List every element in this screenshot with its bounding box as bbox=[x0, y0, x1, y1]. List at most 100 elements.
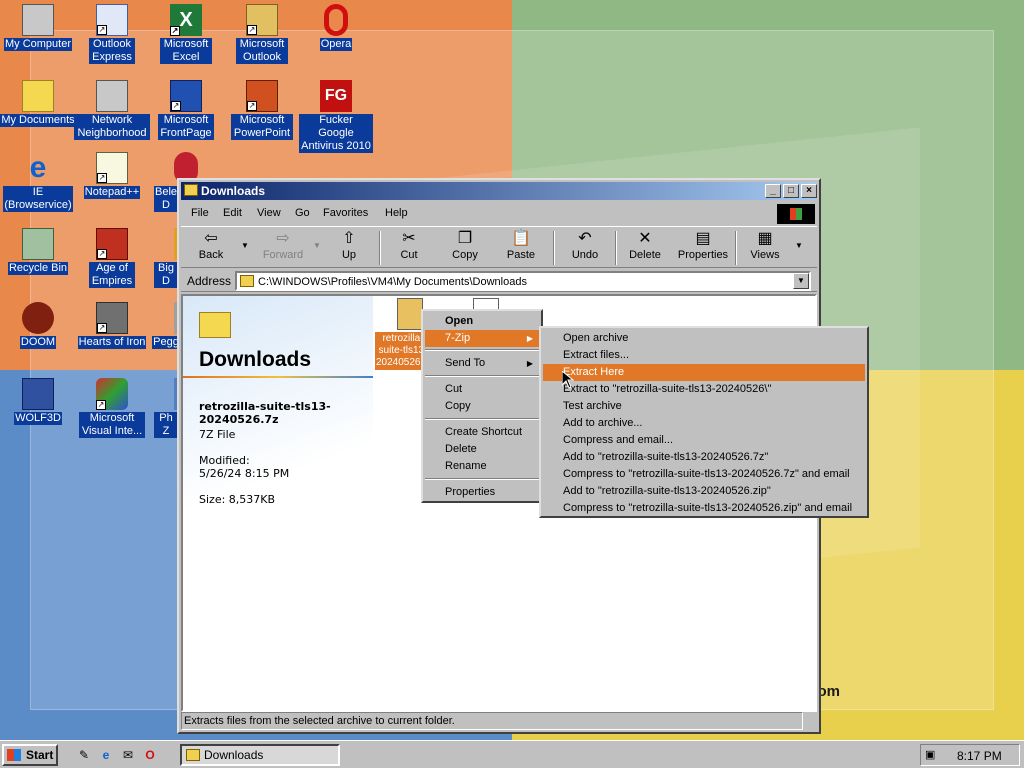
copy-button[interactable]: ❐ Copy bbox=[443, 229, 487, 267]
menu-help[interactable]: Help bbox=[385, 207, 408, 219]
taskbar-button-label: Downloads bbox=[204, 748, 264, 762]
desktop-icon-opera[interactable]: Opera bbox=[298, 4, 374, 51]
address-dropdown-icon[interactable]: ▼ bbox=[793, 273, 809, 289]
context-send-to[interactable]: Send To ▶ bbox=[425, 355, 539, 372]
views-button[interactable]: ▦ Views bbox=[743, 229, 787, 267]
submenu-test-archive[interactable]: Test archive bbox=[543, 398, 865, 415]
paste-button[interactable]: 📋 Paste bbox=[499, 229, 543, 267]
submenu-compress-and-email[interactable]: Compress and email... bbox=[543, 432, 865, 449]
desktop-icon-network-neighborhood[interactable]: Network Neighborhood bbox=[74, 80, 150, 140]
submenu-add-to-zip[interactable]: Add to "retrozilla-suite-tls13-20240526.… bbox=[543, 483, 865, 500]
desktop-icon-ie[interactable]: e IE (Browservice) bbox=[0, 152, 76, 212]
menu-file[interactable]: File bbox=[191, 207, 209, 219]
up-button[interactable]: ⇧ Up bbox=[327, 229, 371, 267]
context-7zip-label: 7-Zip bbox=[445, 332, 471, 344]
desktop-icon-my-documents[interactable]: My Documents bbox=[0, 80, 76, 127]
forward-label: Forward bbox=[262, 249, 304, 261]
submenu-add-to-7z[interactable]: Add to "retrozilla-suite-tls13-20240526.… bbox=[543, 449, 865, 466]
desktop-icon-label: Network Neighborhood bbox=[74, 114, 150, 140]
submenu-compress-7z-email[interactable]: Compress to "retrozilla-suite-tls13-2024… bbox=[543, 466, 865, 483]
context-open[interactable]: Open bbox=[425, 313, 539, 330]
delete-label: Delete bbox=[629, 249, 661, 261]
desktop-icon-notepad-plus[interactable]: ↗ Notepad++ bbox=[74, 152, 150, 199]
panel-divider bbox=[183, 376, 373, 378]
submenu-open-archive[interactable]: Open archive bbox=[543, 330, 865, 347]
paste-icon: 📋 bbox=[511, 230, 531, 247]
desktop-icon-recycle-bin[interactable]: Recycle Bin bbox=[0, 228, 76, 275]
web-view-panel: Downloads retrozilla-suite-tls13-2024052… bbox=[183, 296, 373, 710]
outlook-icon: ↗ bbox=[246, 4, 278, 36]
desktop-icon-outlook-express[interactable]: ↗ Outlook Express bbox=[74, 4, 150, 64]
submenu-compress-zip-email[interactable]: Compress to "retrozilla-suite-tls13-2024… bbox=[543, 500, 865, 517]
computer-icon bbox=[22, 4, 54, 36]
desktop-icon-frontpage[interactable]: ↗ Microsoft FrontPage bbox=[148, 80, 224, 140]
menu-favorites[interactable]: Favorites bbox=[323, 207, 368, 219]
maximize-button[interactable]: □ bbox=[783, 184, 799, 198]
start-button[interactable]: Start bbox=[2, 744, 58, 766]
close-button[interactable]: × bbox=[801, 184, 817, 198]
address-label: Address bbox=[187, 274, 232, 288]
menu-go[interactable]: Go bbox=[295, 207, 310, 219]
back-button[interactable]: ⇦ Back bbox=[187, 229, 235, 267]
folder-icon bbox=[199, 312, 231, 338]
tray-app-icon[interactable]: ▣ bbox=[925, 748, 941, 762]
desktop-icon-doom[interactable]: DOOM bbox=[0, 302, 76, 349]
desktop-icon-antivirus[interactable]: FG Fucker Google Antivirus 2010 bbox=[298, 80, 374, 153]
views-dropdown-icon[interactable]: ▼ bbox=[795, 241, 803, 250]
submenu-extract-to-folder[interactable]: Extract to "retrozilla-suite-tls13-20240… bbox=[543, 381, 865, 398]
forward-arrow-icon: ⇨ bbox=[276, 230, 290, 247]
context-properties[interactable]: Properties bbox=[425, 484, 539, 501]
back-dropdown-icon[interactable]: ▼ bbox=[241, 241, 249, 250]
delete-button[interactable]: ✕ Delete bbox=[623, 229, 667, 267]
menu-view[interactable]: View bbox=[257, 207, 281, 219]
7zip-submenu: Open archive Extract files... Extract He… bbox=[539, 326, 869, 518]
desktop-icon-label: Outlook Express bbox=[89, 38, 135, 64]
desktop-icon-label: Opera bbox=[319, 38, 353, 51]
desktop-icon-age-of-empires[interactable]: ↗ Age of Empires bbox=[74, 228, 150, 288]
ie-quicklaunch-icon[interactable]: e bbox=[98, 747, 114, 763]
desktop-icon-label: My Computer bbox=[3, 38, 73, 51]
modified-value: 5/26/24 8:15 PM bbox=[199, 467, 290, 480]
archive-file-icon[interactable] bbox=[397, 298, 423, 330]
context-rename[interactable]: Rename bbox=[425, 458, 539, 475]
modified-label: Modified: bbox=[199, 454, 250, 467]
desktop-icon-visual-interdev[interactable]: ↗ Microsoft Visual Inte... bbox=[74, 378, 150, 438]
context-copy[interactable]: Copy bbox=[425, 398, 539, 415]
submenu-add-to-archive[interactable]: Add to archive... bbox=[543, 415, 865, 432]
desktop-icon-outlook[interactable]: ↗ Microsoft Outlook bbox=[224, 4, 300, 64]
taskbar-button-downloads[interactable]: Downloads bbox=[180, 744, 340, 766]
menu-bar: File Edit View Go Favorites Help bbox=[181, 204, 817, 224]
show-desktop-icon[interactable]: ✎ bbox=[76, 747, 92, 763]
desktop-icon-excel[interactable]: X ↗ Microsoft Excel bbox=[148, 4, 224, 64]
properties-button[interactable]: ▤ Properties bbox=[675, 229, 731, 267]
context-cut[interactable]: Cut bbox=[425, 381, 539, 398]
context-delete[interactable]: Delete bbox=[425, 441, 539, 458]
desktop-icon-hearts-of-iron[interactable]: ↗ Hearts of Iron bbox=[74, 302, 150, 349]
desktop-icon-wolf3d[interactable]: WOLF3D bbox=[0, 378, 76, 425]
undo-button[interactable]: ↶ Undo bbox=[563, 229, 607, 267]
clock[interactable]: 8:17 PM bbox=[957, 749, 1002, 763]
address-input[interactable]: C:\WINDOWS\Profiles\VM4\My Documents\Dow… bbox=[235, 271, 811, 291]
network-icon bbox=[96, 80, 128, 112]
context-create-shortcut[interactable]: Create Shortcut bbox=[425, 424, 539, 441]
views-label: Views bbox=[750, 249, 780, 261]
cut-button[interactable]: ✂ Cut bbox=[387, 229, 431, 267]
desktop-icon-powerpoint[interactable]: ↗ Microsoft PowerPoint bbox=[224, 80, 300, 140]
desktop-icon-my-computer[interactable]: My Computer bbox=[0, 4, 76, 51]
forward-button[interactable]: ⇨ Forward bbox=[255, 229, 311, 267]
context-7zip[interactable]: 7-Zip ▶ bbox=[425, 330, 539, 347]
toolbar-separator bbox=[735, 231, 737, 265]
minimize-button[interactable]: _ bbox=[765, 184, 781, 198]
hearts-of-iron-icon: ↗ bbox=[96, 302, 128, 334]
submenu-extract-here[interactable]: Extract Here bbox=[543, 364, 865, 381]
opera-quicklaunch-icon[interactable]: O bbox=[142, 747, 158, 763]
title-bar[interactable]: Downloads _ □ × bbox=[181, 182, 817, 200]
status-text: Extracts files from the selected archive… bbox=[181, 712, 803, 730]
submenu-extract-files[interactable]: Extract files... bbox=[543, 347, 865, 364]
menu-edit[interactable]: Edit bbox=[223, 207, 242, 219]
copy-icon: ❐ bbox=[457, 230, 473, 247]
properties-icon: ▤ bbox=[695, 230, 711, 247]
toolbar-separator bbox=[615, 231, 617, 265]
forward-dropdown-icon[interactable]: ▼ bbox=[313, 241, 321, 250]
outlook-quicklaunch-icon[interactable]: ✉ bbox=[120, 747, 136, 763]
